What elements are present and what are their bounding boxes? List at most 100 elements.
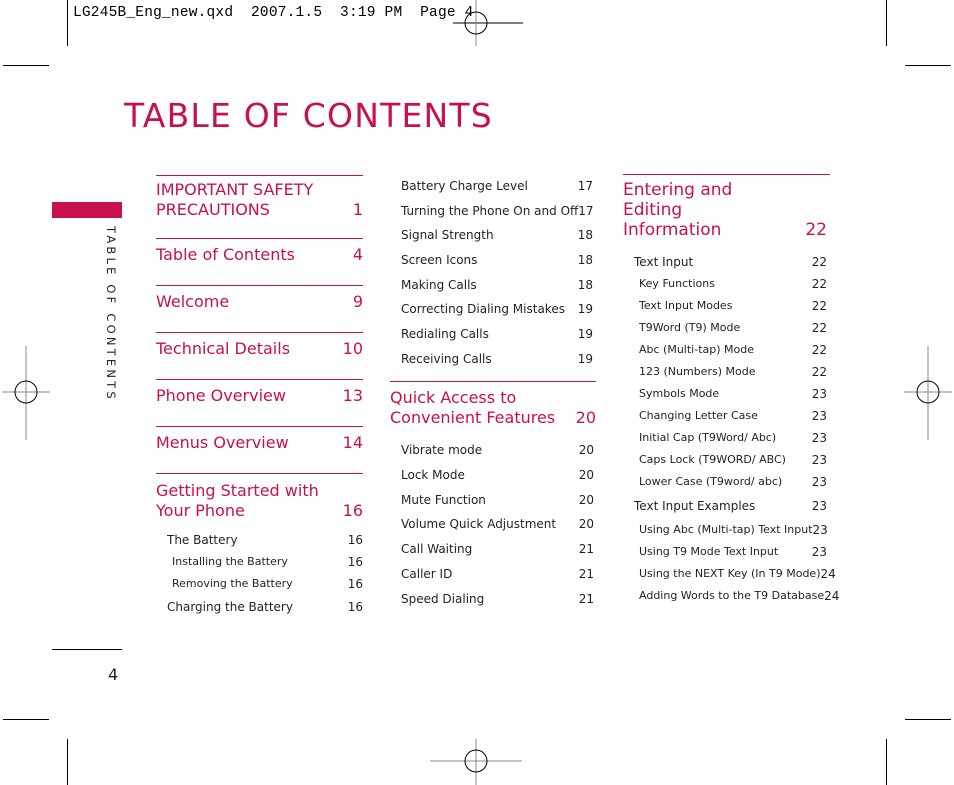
entry-page: 16 <box>347 600 363 614</box>
toc-section[interactable]: Welcome 9 <box>156 285 363 332</box>
toc-entry[interactable]: Lower Case (T9word/ abc) 23 <box>634 475 827 497</box>
entry-label: Correcting Dialing Mistakes <box>401 302 565 317</box>
section-page: 1 <box>352 199 363 219</box>
toc-entry[interactable]: Signal Strength 18 <box>401 228 593 253</box>
entry-label: Lower Case (T9word/ abc) <box>639 475 783 488</box>
toc-entry[interactable]: Using Abc (Multi-tap) Text Input 23 <box>634 523 828 545</box>
entry-label: Receiving Calls <box>401 351 492 366</box>
toc-entry[interactable]: Speed Dialing 21 <box>401 592 594 617</box>
toc-entry[interactable]: Screen Icons 18 <box>401 253 593 278</box>
toc-section[interactable]: IMPORTANT SAFETY PRECAUTIONS 1 <box>156 175 363 238</box>
entry-label: Initial Cap (T9Word/ Abc) <box>639 431 777 444</box>
entry-page: 23 <box>811 431 827 445</box>
toc-section[interactable]: Technical Details 10 <box>156 332 363 379</box>
toc-section[interactable]: Phone Overview 13 <box>156 379 363 426</box>
crop-mark <box>67 0 68 46</box>
registration-mark-icon <box>2 346 50 440</box>
side-tab-bar <box>52 202 122 218</box>
entry-label: Symbols Mode <box>639 387 720 400</box>
toc-entry[interactable]: Redialing Calls 19 <box>401 327 593 352</box>
crop-mark <box>886 739 887 785</box>
entry-label: Speed Dialing <box>401 591 485 606</box>
toc-entry[interactable]: Using T9 Mode Text Input 23 <box>634 545 827 567</box>
toc-entry[interactable]: Changing Letter Case 23 <box>634 409 827 431</box>
toc-entry[interactable]: 123 (Numbers) Mode 22 <box>634 365 827 387</box>
toc-entry[interactable]: Receiving Calls 19 <box>401 352 593 377</box>
entry-label: Volume Quick Adjustment <box>401 517 557 532</box>
entry-label: Caps Lock (T9WORD/ ABC) <box>639 453 786 466</box>
toc-entry[interactable]: The Battery 16 <box>167 533 363 555</box>
toc-section[interactable]: Getting Started with Your Phone 16 The B… <box>156 473 363 622</box>
entry-label: Text Input Modes <box>639 299 733 312</box>
entry-label: Call Waiting <box>401 542 473 557</box>
entry-page: 23 <box>811 545 827 559</box>
toc-section[interactable]: Menus Overview 14 <box>156 426 363 473</box>
entry-page: 21 <box>578 542 594 557</box>
entry-page: 24 <box>820 567 836 581</box>
entry-label: Making Calls <box>401 277 477 292</box>
section-title: Quick Access to Convenient Features <box>390 388 556 427</box>
entry-page: 18 <box>577 253 593 268</box>
section-title: Phone Overview <box>156 386 286 405</box>
toc-entry[interactable]: Correcting Dialing Mistakes 19 <box>401 302 593 327</box>
section-title: IMPORTANT SAFETY PRECAUTIONS <box>156 180 314 219</box>
toc-section[interactable]: Entering and Editing Information 22 Text… <box>623 174 839 611</box>
entry-page: 19 <box>577 351 593 366</box>
toc-entry[interactable]: Removing the Battery 16 <box>167 577 363 600</box>
entry-label: T9Word (T9) Mode <box>639 321 741 334</box>
toc-entry[interactable]: Text Input Modes 22 <box>634 299 827 321</box>
entry-page: 17 <box>578 203 594 218</box>
toc-entry[interactable]: Using the NEXT Key (In T9 Mode) 24 <box>634 567 836 589</box>
toc-entry[interactable]: Symbols Mode 23 <box>634 387 827 409</box>
registration-mark-icon <box>904 346 952 440</box>
page-title: TABLE OF CONTENTS <box>124 96 493 135</box>
entry-label: Vibrate mode <box>401 443 483 457</box>
crop-mark <box>886 0 887 46</box>
toc-entry[interactable]: Adding Words to the T9 Database 24 <box>634 589 839 611</box>
toc-entry[interactable]: Call Waiting 21 <box>401 542 594 567</box>
toc-entry[interactable]: Mute Function 20 <box>401 493 594 518</box>
toc-column-2-section: Quick Access to Convenient Features 20 V… <box>390 381 596 617</box>
entry-label: Removing the Battery <box>172 577 293 590</box>
toc-entry[interactable]: Vibrate mode 20 <box>401 443 594 468</box>
entry-page: 24 <box>824 589 840 603</box>
toc-entry[interactable]: Lock Mode 20 <box>401 468 594 493</box>
crop-mark <box>905 719 951 720</box>
registration-mark-icon <box>430 739 522 785</box>
section-title: Table of Contents <box>156 245 295 264</box>
toc-entry[interactable]: Key Functions 22 <box>634 277 827 299</box>
toc-entry[interactable]: T9Word (T9) Mode 22 <box>634 321 827 343</box>
toc-entry[interactable]: Caller ID 21 <box>401 567 594 592</box>
section-title: Entering and Editing Information <box>623 180 733 240</box>
section-title: Getting Started with Your Phone <box>156 481 319 520</box>
entry-label: Using the NEXT Key (In T9 Mode) <box>639 567 821 580</box>
toc-entry[interactable]: Text Input 22 <box>634 255 827 277</box>
entry-page: 23 <box>812 523 828 537</box>
toc-entry[interactable]: Battery Charge Level 17 <box>401 179 593 204</box>
toc-entry[interactable]: Abc (Multi-tap) Mode 22 <box>634 343 827 365</box>
toc-section[interactable]: Quick Access to Convenient Features 20 V… <box>390 381 596 617</box>
entry-label: Turning the Phone On and Off <box>401 203 579 218</box>
side-tab-label: TABLE OF CONTENTS <box>104 226 118 402</box>
toc-entry[interactable]: Installing the Battery 16 <box>167 555 363 577</box>
section-title: Welcome <box>156 292 230 311</box>
toc-entry[interactable]: Text Input Examples 23 <box>634 499 827 523</box>
entry-label: Battery Charge Level <box>401 179 528 193</box>
entry-page: 21 <box>578 566 594 581</box>
toc-section[interactable]: Table of Contents 4 <box>156 238 363 285</box>
toc-entry[interactable]: Initial Cap (T9Word/ Abc) 23 <box>634 431 827 453</box>
toc-entry[interactable]: Charging the Battery 16 <box>167 600 363 622</box>
toc-entry[interactable]: Caps Lock (T9WORD/ ABC) 23 <box>634 453 827 475</box>
entry-label: Abc (Multi-tap) Mode <box>639 343 754 356</box>
toc-entry[interactable]: Volume Quick Adjustment 20 <box>401 517 594 542</box>
toc-entry[interactable]: Turning the Phone On and Off 17 <box>401 203 594 229</box>
entry-page: 20 <box>578 443 594 457</box>
entry-page: 21 <box>578 591 594 606</box>
entry-label: The Battery <box>167 533 238 547</box>
section-page: 9 <box>352 292 363 311</box>
entry-label: Adding Words to the T9 Database <box>639 589 825 602</box>
toc-entry[interactable]: Making Calls 18 <box>401 278 593 303</box>
section-page: 4 <box>352 245 363 264</box>
section-page: 20 <box>575 407 596 427</box>
entry-label: Installing the Battery <box>172 555 288 568</box>
